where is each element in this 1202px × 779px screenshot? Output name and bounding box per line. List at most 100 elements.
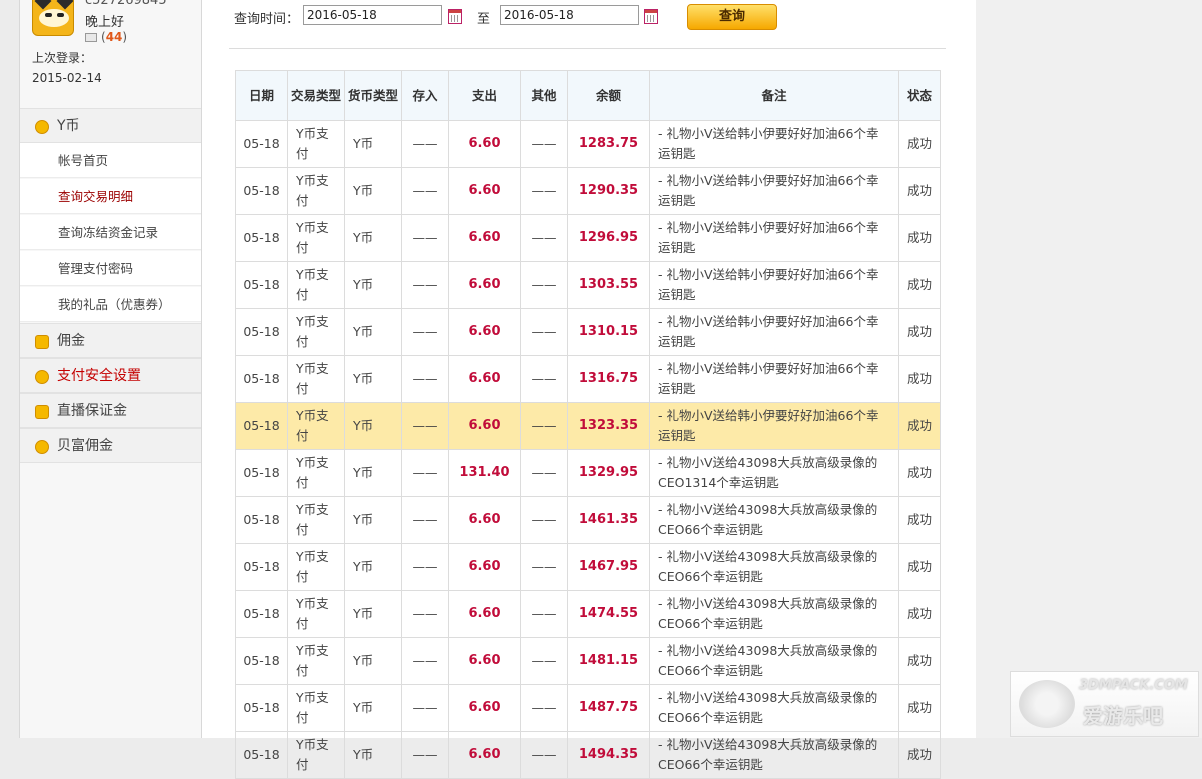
query-label: 查询时间：: [234, 12, 300, 27]
cell-deposit: ——: [401, 637, 449, 685]
menu-deposit-label: 直播保证金: [57, 403, 127, 419]
cell-status: 成功: [898, 214, 941, 262]
message-link[interactable]: (44): [85, 30, 127, 44]
calendar-icon[interactable]: [644, 9, 658, 24]
cell-date: 05-18: [235, 308, 288, 356]
cell-other: ——: [520, 308, 568, 356]
cell-deposit: ——: [401, 684, 449, 732]
cell-note: - 礼物小V送给韩小伊要好好加油66个幸运钥匙: [649, 355, 899, 403]
cell-balance: 1481.15: [567, 637, 650, 685]
cell-date: 05-18: [235, 590, 288, 638]
cell-currency: Y币: [344, 355, 402, 403]
cell-other: ——: [520, 214, 568, 262]
query-button[interactable]: 查询: [687, 4, 777, 30]
calendar-icon[interactable]: [448, 9, 462, 24]
cell-balance: 1494.35: [567, 731, 650, 779]
table-row: 05-18 Y币支付 Y币 —— 6.60 —— 1290.35- 礼物小V送给韩小伊要好好…: [235, 167, 941, 215]
cell-balance: 1303.55: [567, 261, 650, 309]
cell-type: Y币支付: [287, 261, 345, 309]
cell-date: 05-18: [235, 637, 288, 685]
cell-type: Y币支付: [287, 543, 345, 591]
sidebar-item-account-home[interactable]: 帐号首页: [20, 143, 201, 178]
cell-currency: Y币: [344, 637, 402, 685]
cell-note: - 礼物小V送给43098大兵放高级录像的CEO66个幸运钥匙: [649, 590, 899, 638]
header-other: 其他: [520, 70, 568, 121]
table-row: 05-18 Y币支付 Y币 —— 6.60 —— 1467.95- 礼物小V送给43098大…: [235, 543, 941, 591]
cell-expense: 6.60: [448, 731, 521, 779]
cell-deposit: ——: [401, 496, 449, 544]
menu-beifu[interactable]: 贝富佣金: [20, 428, 201, 463]
cell-date: 05-18: [235, 731, 288, 779]
menu-ycoin[interactable]: Y币: [20, 108, 201, 143]
cell-note: - 礼物小V送给43098大兵放高级录像的CEO66个幸运钥匙: [649, 496, 899, 544]
cell-status: 成功: [898, 449, 941, 497]
cell-date: 05-18: [235, 120, 288, 168]
coin-icon: [35, 120, 49, 134]
cell-balance: 1310.15: [567, 308, 650, 356]
cell-type: Y币支付: [287, 496, 345, 544]
date-to-input[interactable]: 2016-05-18: [500, 5, 639, 25]
menu-ycoin-label: Y币: [57, 118, 80, 134]
menu-live-deposit[interactable]: 直播保证金: [20, 393, 201, 428]
cell-date: 05-18: [235, 167, 288, 215]
cell-balance: 1296.95: [567, 214, 650, 262]
table-row: 05-18 Y币支付 Y币 —— 6.60 —— 1494.35- 礼物小V送给43098大…: [235, 731, 941, 779]
cell-note: - 礼物小V送给43098大兵放高级录像的CEO66个幸运钥匙: [649, 637, 899, 685]
cell-currency: Y币: [344, 120, 402, 168]
cell-deposit: ——: [401, 449, 449, 497]
table-row: 05-18 Y币支付 Y币 —— 6.60 —— 1481.15- 礼物小V送给43098大…: [235, 637, 941, 685]
cell-other: ——: [520, 637, 568, 685]
cell-deposit: ——: [401, 308, 449, 356]
cell-type: Y币支付: [287, 355, 345, 403]
sidebar: c527269845 晚上好 (44) 上次登录： 2015-02-14 Y币 …: [19, 0, 202, 738]
table-row: 05-18 Y币支付 Y币 —— 6.60 —— 1474.55- 礼物小V送给43098大…: [235, 590, 941, 638]
cell-status: 成功: [898, 402, 941, 450]
cell-note: - 礼物小V送给韩小伊要好好加油66个幸运钥匙: [649, 261, 899, 309]
cell-other: ——: [520, 167, 568, 215]
header-expense: 支出: [448, 70, 521, 121]
table-row: 05-18 Y币支付 Y币 —— 6.60 —— 1310.15- 礼物小V送给韩小伊要好好…: [235, 308, 941, 356]
cell-currency: Y币: [344, 731, 402, 779]
menu-commission[interactable]: 佣金: [20, 323, 201, 358]
cell-note: - 礼物小V送给韩小伊要好好加油66个幸运钥匙: [649, 167, 899, 215]
shield-icon: [35, 370, 49, 384]
site-watermark: 3DMPACK.COM 爱游乐吧: [1010, 671, 1199, 737]
cell-note: - 礼物小V送给韩小伊要好好加油66个幸运钥匙: [649, 402, 899, 450]
sidebar-item-transaction-details[interactable]: 查询交易明细: [20, 179, 201, 214]
cell-status: 成功: [898, 637, 941, 685]
cell-type: Y币支付: [287, 402, 345, 450]
date-from-input[interactable]: 2016-05-18: [303, 5, 442, 25]
cell-date: 05-18: [235, 261, 288, 309]
cell-date: 05-18: [235, 684, 288, 732]
user-avatar[interactable]: [32, 0, 74, 36]
cell-date: 05-18: [235, 543, 288, 591]
mail-icon: [85, 33, 97, 42]
cell-currency: Y币: [344, 167, 402, 215]
cell-type: Y币支付: [287, 590, 345, 638]
header-date: 日期: [235, 70, 288, 121]
table-row: 05-18 Y币支付 Y币 —— 6.60 —— 1303.55- 礼物小V送给韩小伊要好好…: [235, 261, 941, 309]
cell-other: ——: [520, 449, 568, 497]
transactions-table: 日期 交易类型 货币类型 存入 支出 其他 余额 备注 状态 05-18 Y币支付…: [235, 70, 941, 779]
table-row: 05-18 Y币支付 Y币 —— 131.40 —— 1329.95- 礼物小V送给4309…: [235, 449, 941, 497]
cell-expense: 6.60: [448, 120, 521, 168]
header-note: 备注: [649, 70, 899, 121]
cell-other: ——: [520, 590, 568, 638]
sidebar-item-payment-password[interactable]: 管理支付密码: [20, 251, 201, 286]
cell-type: Y币支付: [287, 120, 345, 168]
cell-date: 05-18: [235, 496, 288, 544]
cell-status: 成功: [898, 543, 941, 591]
cell-type: Y币支付: [287, 684, 345, 732]
cell-type: Y币支付: [287, 308, 345, 356]
cell-expense: 6.60: [448, 684, 521, 732]
sidebar-item-gifts[interactable]: 我的礼品（优惠券）: [20, 287, 201, 322]
menu-security[interactable]: 支付安全设置: [20, 358, 201, 393]
cell-other: ——: [520, 355, 568, 403]
cell-status: 成功: [898, 590, 941, 638]
sidebar-item-frozen-records[interactable]: 查询冻结资金记录: [20, 215, 201, 250]
divider: [229, 48, 946, 49]
greeting: 晚上好: [85, 15, 125, 30]
cell-balance: 1329.95: [567, 449, 650, 497]
cell-balance: 1474.55: [567, 590, 650, 638]
header-status: 状态: [898, 70, 941, 121]
